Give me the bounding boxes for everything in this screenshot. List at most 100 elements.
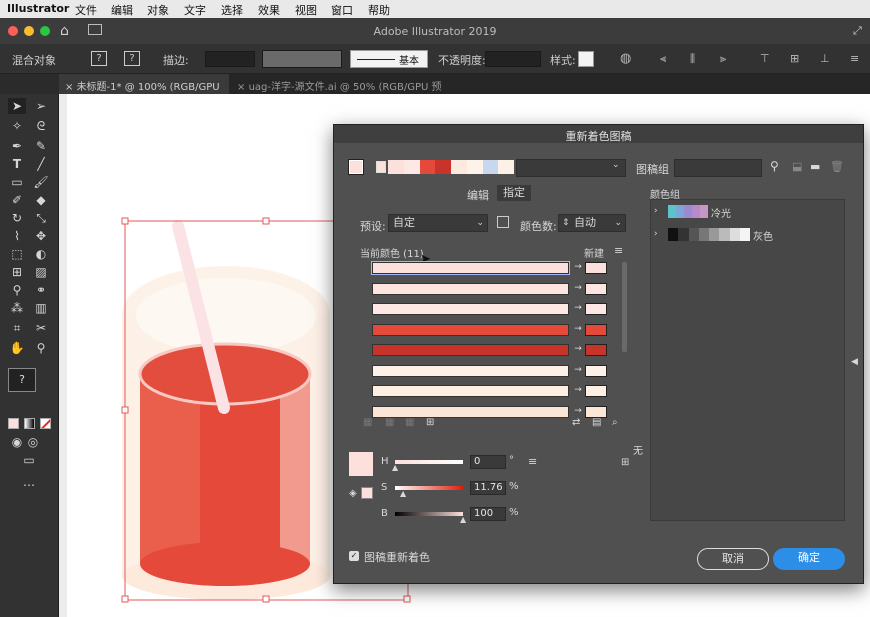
current-color-row[interactable] — [372, 282, 569, 295]
magic-wand-tool-icon[interactable]: ✧ — [8, 118, 26, 134]
blend-tool-icon[interactable]: ⚭ — [32, 282, 50, 298]
column-graph-tool-icon[interactable]: ▥ — [32, 300, 50, 316]
preset-options-icon[interactable] — [497, 216, 509, 228]
recolor-artwork-checkbox[interactable]: ✓ — [349, 551, 359, 561]
exclude-colors-icon[interactable]: ▦ — [405, 417, 414, 428]
tab-assign[interactable]: 指定 — [497, 185, 531, 201]
group-swatch[interactable] — [700, 205, 708, 218]
group-swatch[interactable] — [678, 228, 689, 241]
graphic-style-swatch[interactable] — [578, 51, 594, 67]
new-color-swatch[interactable] — [585, 364, 607, 377]
brightness-slider[interactable] — [395, 512, 463, 516]
eraser-tool-icon[interactable]: ◆ — [32, 192, 50, 208]
current-color-row[interactable] — [372, 323, 569, 336]
more-tools-icon[interactable]: … — [20, 474, 38, 490]
menu-type[interactable]: 文字 — [184, 2, 206, 18]
bar-color-segment[interactable] — [451, 160, 467, 174]
preset-dropdown[interactable]: 自定 ⌄ — [388, 214, 488, 232]
eyedropper-icon[interactable]: ⚲ — [770, 159, 779, 173]
bar-color-segment[interactable] — [482, 160, 499, 174]
lasso-tool-icon[interactable]: ᘓ — [32, 118, 50, 134]
artboard-tool-icon[interactable]: ⌗ — [8, 320, 26, 336]
close-tab-icon[interactable]: × — [65, 82, 77, 93]
align-center-icon[interactable]: ⫼ — [690, 52, 695, 66]
pen-tool-icon[interactable]: ✒ — [8, 138, 26, 154]
bar-color-segment[interactable] — [419, 160, 436, 174]
artwork-group-name-field[interactable] — [674, 159, 762, 177]
list-scrollbar[interactable] — [622, 262, 627, 352]
recolor-wheel-icon[interactable]: ◍ — [620, 51, 631, 66]
group-swatch[interactable] — [668, 205, 676, 218]
tab-edit[interactable]: 编辑 — [467, 187, 489, 203]
puppet-warp-tool-icon[interactable]: ✥ — [32, 228, 50, 244]
align-middle-icon[interactable]: ⊞ — [790, 52, 799, 65]
randomize-order-icon[interactable]: ⇄ — [572, 417, 580, 428]
expand-group-icon[interactable]: › — [654, 206, 658, 216]
brightness-slider-knob[interactable]: ▲ — [460, 515, 466, 524]
folder-icon[interactable]: ▬ — [810, 160, 820, 173]
close-tab-icon[interactable]: × — [237, 82, 249, 93]
tab-source-file[interactable]: × uag-洋字-源文件.ai @ 50% (RGB/GPU 预览) — [231, 74, 451, 108]
find-colors-icon[interactable]: ⌕ — [612, 417, 618, 428]
current-color-row[interactable] — [372, 405, 569, 418]
expand-group-icon[interactable]: › — [654, 229, 658, 239]
group-swatch[interactable] — [739, 228, 750, 241]
menu-help[interactable]: 帮助 — [368, 2, 390, 18]
randomize-saturation-icon[interactable]: ▤ — [592, 417, 601, 428]
align-right-icon[interactable]: ⫸ — [720, 52, 726, 66]
color-group-name[interactable]: 灰色 — [753, 228, 773, 243]
new-color-swatch[interactable] — [585, 323, 607, 336]
color-group-swatches[interactable] — [668, 228, 750, 241]
stroke-question-icon[interactable]: ? — [124, 51, 140, 66]
saturation-slider-knob[interactable]: ▲ — [400, 489, 406, 498]
new-color-swatch[interactable] — [585, 405, 607, 418]
menu-effect[interactable]: 效果 — [258, 2, 280, 18]
chevron-down-icon[interactable]: ⌄ — [612, 160, 620, 170]
color-library-icon[interactable]: ⊞ — [621, 457, 629, 468]
menu-edit[interactable]: 编辑 — [111, 2, 133, 18]
cancel-button[interactable]: 取消 — [697, 548, 769, 570]
align-left-icon[interactable]: ⫷ — [660, 52, 666, 66]
current-color-row[interactable] — [372, 385, 569, 397]
scale-tool-icon[interactable]: ⤡ — [32, 210, 50, 226]
group-swatch[interactable] — [676, 205, 684, 218]
symbol-sprayer-tool-icon[interactable]: ⁂ — [8, 300, 26, 316]
slider-menu-icon[interactable]: ≡ — [528, 455, 537, 468]
slice-tool-icon[interactable]: ✂ — [32, 320, 50, 336]
hue-value-field[interactable]: 0 — [470, 455, 506, 469]
hue-slider-knob[interactable]: ▲ — [392, 463, 398, 472]
free-transform-tool-icon[interactable]: ⬚ — [8, 246, 26, 262]
new-color-swatch[interactable] — [585, 385, 607, 397]
fill-color-icon[interactable] — [8, 418, 19, 429]
collapse-panel-icon[interactable]: ◀ — [851, 357, 858, 367]
variable-width-field[interactable] — [262, 50, 342, 68]
align-bottom-icon[interactable]: ⊥ — [820, 52, 830, 65]
stroke-style-field[interactable]: 基本 — [350, 50, 428, 68]
fill-stroke-question-icon[interactable]: ? — [8, 368, 36, 392]
current-colors-bar[interactable] — [388, 160, 514, 174]
rotate-tool-icon[interactable]: ↻ — [8, 210, 26, 226]
menu-object[interactable]: 对象 — [147, 2, 169, 18]
more-options-icon[interactable]: ≡ — [850, 52, 859, 65]
menu-file[interactable]: 文件 — [75, 2, 97, 18]
arrow-right-icon[interactable]: → — [572, 344, 584, 354]
color-count-dropdown[interactable]: ⇕ 自动 ⌄ — [558, 214, 626, 232]
new-color-swatch[interactable] — [585, 303, 607, 315]
gradient-tool-icon[interactable]: ▨ — [32, 264, 50, 280]
current-color-row[interactable] — [371, 261, 570, 275]
tab-untitled[interactable]: × 未标题-1* @ 100% (RGB/GPU 预览) — [59, 74, 229, 108]
line-tool-icon[interactable]: ╱ — [32, 156, 50, 172]
separate-colors-icon[interactable]: ▦ — [385, 417, 394, 428]
direct-selection-tool-icon[interactable]: ➢ — [32, 98, 50, 114]
list-menu-icon[interactable]: ≡ — [614, 244, 623, 257]
save-group-icon[interactable]: ⬓ — [792, 160, 802, 173]
group-swatch[interactable] — [688, 228, 699, 241]
new-color-swatch[interactable] — [585, 262, 607, 274]
brightness-value-field[interactable]: 100 — [470, 507, 506, 521]
app-menu[interactable]: Illustrator — [7, 2, 69, 15]
current-color-row[interactable] — [372, 364, 569, 377]
current-color-row[interactable] — [372, 344, 569, 356]
group-swatch[interactable] — [729, 228, 740, 241]
group-swatch[interactable] — [719, 228, 730, 241]
bar-color-segment[interactable] — [498, 160, 514, 174]
